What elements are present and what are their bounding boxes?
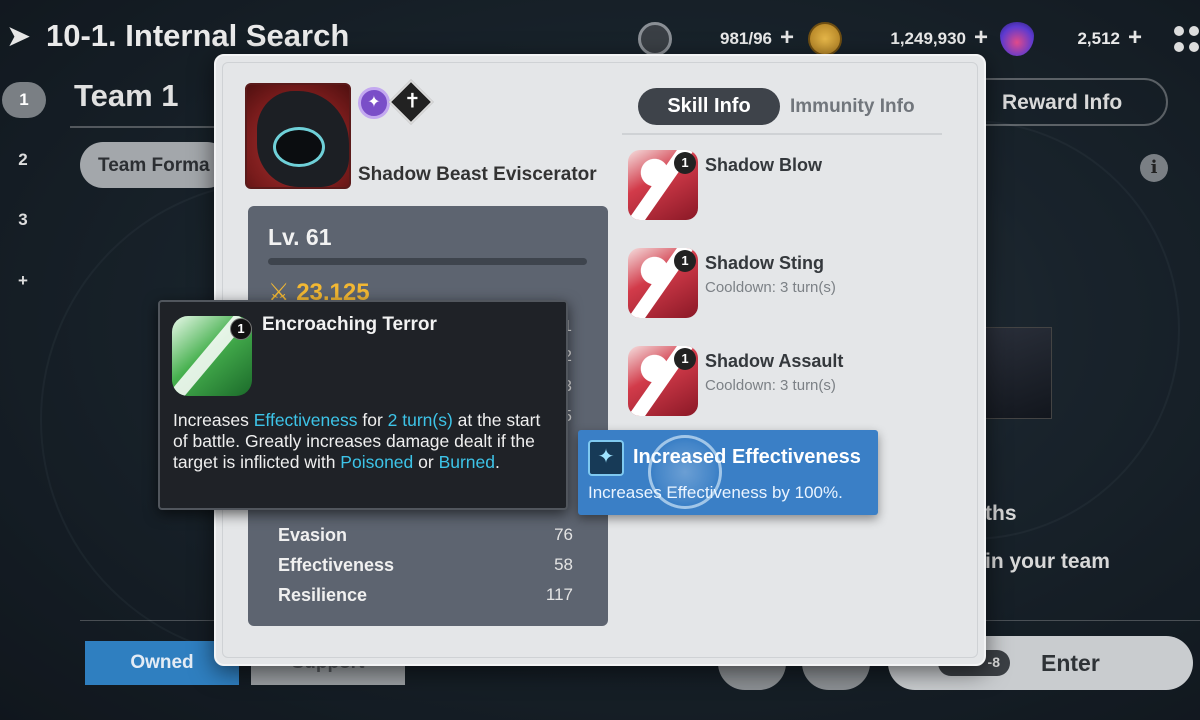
hero-level: Lv. 61 xyxy=(268,224,332,250)
skill-level-badge: 1 xyxy=(674,250,696,272)
add-skystone-icon[interactable]: + xyxy=(1128,24,1142,52)
stamina-value: 981/96 xyxy=(720,29,772,48)
tab-skill-info[interactable]: Skill Info xyxy=(638,88,780,125)
bg-strengths-text: ths xyxy=(985,502,1017,525)
add-stamina-icon[interactable]: + xyxy=(780,24,794,52)
stat-value: 58 xyxy=(554,555,573,574)
stage-title: 10-1. Internal Search xyxy=(46,18,350,53)
team-tab-1[interactable]: 1 xyxy=(2,82,46,118)
keyword-link[interactable]: 2 turn(s) xyxy=(388,410,453,430)
menu-grid-icon[interactable] xyxy=(1174,26,1200,52)
stat-name: Effectiveness xyxy=(278,555,395,575)
add-gold-icon[interactable]: + xyxy=(974,24,988,52)
skill-cooldown: Cooldown: 3 turn(s) xyxy=(705,279,836,296)
tab-immunity-info[interactable]: Immunity Info xyxy=(790,96,915,118)
skystone-gem-icon xyxy=(1000,22,1034,56)
resource-gold[interactable]: 1,249,930 + xyxy=(808,22,992,56)
keyword-link[interactable]: Poisoned xyxy=(340,452,413,472)
info-icon[interactable]: i xyxy=(1140,154,1168,182)
stat-name: Resilience xyxy=(278,585,368,605)
skill-cooldown: Cooldown: 3 turn(s) xyxy=(705,377,836,394)
skystone-value: 2,512 xyxy=(1077,29,1120,48)
reward-info-button[interactable]: Reward Info xyxy=(960,78,1168,126)
keyword-link[interactable]: Effectiveness xyxy=(254,410,358,430)
bg-team-text: in your team xyxy=(985,550,1110,573)
divider xyxy=(622,133,942,135)
enter-label: Enter xyxy=(1041,650,1100,676)
back-arrow-icon[interactable]: ➤ xyxy=(6,22,31,52)
hero-name: Shadow Beast Eviscerator xyxy=(358,164,597,185)
hero-portrait-slot[interactable] xyxy=(984,327,1052,419)
team-tab-3[interactable]: 3 xyxy=(8,205,38,235)
skill-name: Shadow Sting xyxy=(705,253,824,273)
skill-name: Shadow Blow xyxy=(705,155,822,175)
stat-row-evasion: Evasion 76 xyxy=(278,525,573,549)
stat-value: 76 xyxy=(554,525,573,544)
team-tab-2[interactable]: 2 xyxy=(8,145,38,175)
skill-level-badge: 1 xyxy=(674,152,696,174)
stat-row-effectiveness: Effectiveness 58 xyxy=(278,555,573,579)
gold-value: 1,249,930 xyxy=(890,29,966,48)
stamina-gear-icon xyxy=(638,22,672,56)
skill-name: Shadow Assault xyxy=(705,351,844,371)
dark-element-icon: ✦ xyxy=(358,87,390,119)
add-team-button[interactable]: + xyxy=(8,266,38,296)
level-progress-bar xyxy=(268,258,587,265)
team-title: Team 1 xyxy=(74,78,179,113)
stat-row-resilience: Resilience 117 xyxy=(278,585,573,609)
team-formation-button[interactable]: Team Forma xyxy=(80,142,230,188)
divider xyxy=(70,126,220,128)
tooltip-title: Encroaching Terror xyxy=(262,314,437,335)
shadow-beast-jaw xyxy=(273,127,325,167)
stat-name: Evasion xyxy=(278,525,348,545)
stat-value: 117 xyxy=(545,585,573,604)
skill-level-badge: 1 xyxy=(230,318,252,340)
tap-indicator xyxy=(648,435,722,509)
tooltip-description: Increases Effectiveness for 2 turn(s) at… xyxy=(173,410,541,472)
effectiveness-buff-icon: ✦ xyxy=(588,440,624,476)
resource-skystone[interactable]: 2,512 + xyxy=(1000,22,1146,56)
keyword-link[interactable]: Burned xyxy=(439,452,495,472)
gold-coin-icon xyxy=(808,22,842,56)
skill-level-badge: 1 xyxy=(674,348,696,370)
resource-stamina[interactable]: 981/96 + xyxy=(638,22,798,56)
hero-portrait xyxy=(245,83,351,189)
